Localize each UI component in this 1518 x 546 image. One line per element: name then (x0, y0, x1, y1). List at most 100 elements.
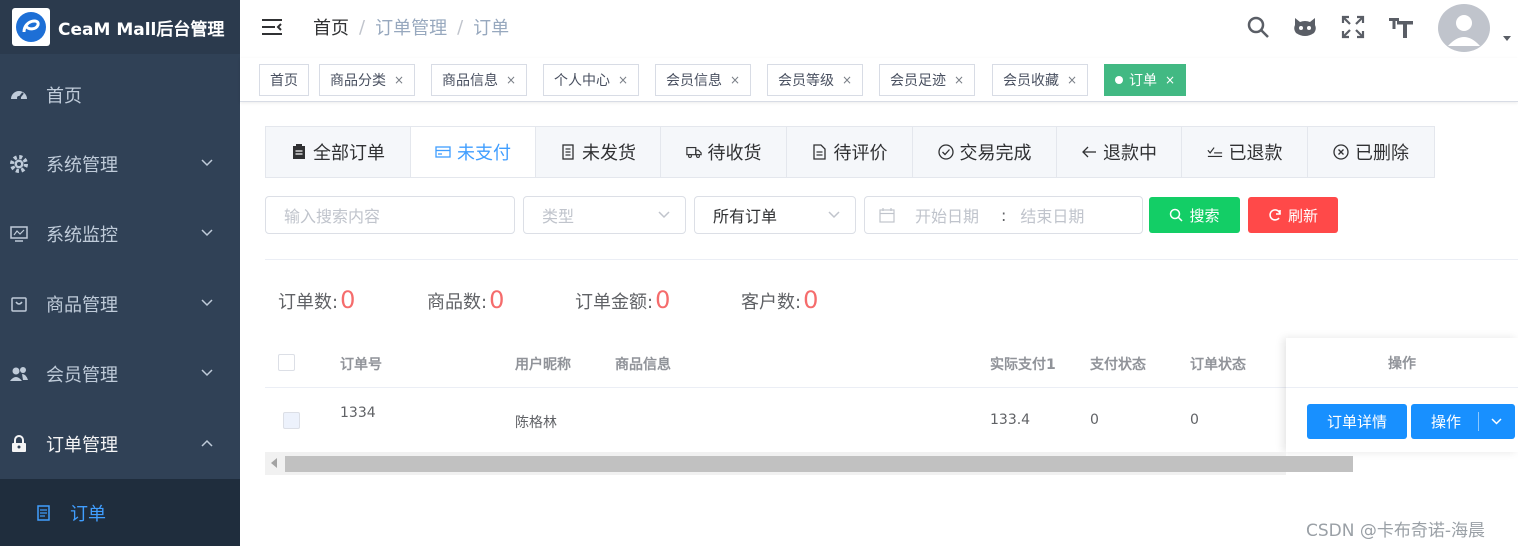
tag-orders[interactable]: 订单 × (1104, 64, 1187, 96)
tag-member-level[interactable]: 会员等级 × (767, 64, 864, 96)
fullscreen-icon[interactable] (1340, 14, 1366, 40)
clipboard-icon (291, 144, 307, 160)
breadcrumb: 首页 / 订单管理 / 订单 (313, 14, 509, 40)
tab-all-orders[interactable]: 全部订单 (266, 127, 411, 177)
scroll-left-icon[interactable] (271, 458, 277, 468)
stat-value: 0 (340, 286, 356, 314)
tab-unpaid[interactable]: 未支付 (411, 127, 536, 177)
cell-nickname: 陈格林 (515, 415, 557, 431)
tab-label: 未支付 (457, 143, 511, 164)
breadcrumb-separator: / (359, 16, 366, 38)
sidebar-item-monitor[interactable]: 系统监控 (0, 199, 240, 269)
sidebar-item-orders[interactable]: 订单管理 (0, 409, 240, 479)
scroll-thumb[interactable] (285, 456, 1353, 472)
end-date-placeholder[interactable]: 结束日期 (1020, 203, 1084, 227)
stat-order-count: 订单数:0 (278, 286, 355, 314)
search-button[interactable]: 搜索 (1149, 197, 1240, 233)
tab-awaiting-review[interactable]: 待评价 (787, 127, 913, 177)
horizontal-scrollbar[interactable] (265, 452, 1353, 475)
divider (265, 259, 1518, 260)
tag-label: 订单 (1129, 73, 1157, 89)
close-icon[interactable]: × (506, 73, 516, 87)
shopping-icon (8, 293, 30, 315)
calendar-icon (879, 207, 895, 223)
start-date-placeholder[interactable]: 开始日期 (915, 203, 979, 227)
close-icon[interactable]: × (730, 73, 740, 87)
caret-down-icon[interactable] (1502, 33, 1512, 43)
tag-label: 会员足迹 (890, 73, 946, 89)
close-icon[interactable]: × (1165, 73, 1175, 87)
type-select[interactable]: 类型 (523, 196, 686, 234)
search-input[interactable]: 输入搜索内容 (265, 196, 515, 234)
stat-label: 订单金额 (575, 292, 647, 313)
sidebar-item-system[interactable]: 系统管理 (0, 129, 240, 199)
tab-refunded[interactable]: 已退款 (1182, 127, 1308, 177)
sidebar-subitem-orders[interactable]: 订单 (0, 479, 240, 546)
stat-colon: : (795, 292, 802, 313)
cell-pay-status: 0 (1090, 412, 1099, 428)
stat-value: 0 (655, 286, 671, 314)
tag-profile[interactable]: 个人中心 × (543, 64, 640, 96)
tab-label: 已删除 (1355, 143, 1409, 164)
tag-member-info[interactable]: 会员信息 × (655, 64, 752, 96)
tab-refunding[interactable]: 退款中 (1057, 127, 1182, 177)
stat-value: 0 (803, 286, 819, 314)
action-dropdown-button[interactable]: 操作 (1411, 404, 1515, 439)
row-checkbox[interactable] (283, 412, 300, 429)
header-nickname: 用户昵称 (515, 357, 571, 373)
font-size-icon[interactable] (1388, 14, 1414, 40)
check-circle-icon (937, 144, 954, 160)
tag-member-favorites[interactable]: 会员收藏 × (992, 64, 1089, 96)
tab-label: 全部订单 (313, 143, 385, 164)
tab-awaiting-receipt[interactable]: 待收货 (661, 127, 787, 177)
logo-icon (12, 8, 50, 46)
lock-icon (8, 433, 30, 455)
search-icon[interactable] (1245, 14, 1271, 40)
refresh-button[interactable]: 刷新 (1248, 197, 1338, 233)
breadcrumb-home[interactable]: 首页 (313, 14, 349, 40)
sidebar-subitem-label: 订单 (70, 503, 106, 525)
document-icon (812, 144, 828, 160)
logo[interactable]: CeaM Mall后台管理 (0, 0, 240, 54)
tab-unshipped[interactable]: 未发货 (536, 127, 661, 177)
github-icon[interactable] (1292, 14, 1318, 40)
sidebar-item-home[interactable]: 首页 (0, 60, 240, 130)
sidebar-item-label: 订单管理 (46, 435, 118, 456)
chevron-down-icon (201, 159, 213, 167)
tag-category[interactable]: 商品分类 × (319, 64, 416, 96)
breadcrumb-section: 订单管理 (375, 18, 448, 39)
gear-icon (8, 153, 30, 175)
tag-member-footprint[interactable]: 会员足迹 × (879, 64, 976, 96)
close-icon[interactable]: × (618, 73, 628, 87)
tab-deleted[interactable]: 已删除 (1308, 127, 1434, 177)
tag-label: 会员收藏 (1003, 73, 1059, 89)
hamburger-icon[interactable] (261, 16, 283, 38)
sidebar-item-members[interactable]: 会员管理 (0, 339, 240, 409)
chevron-down-icon[interactable] (1490, 415, 1503, 428)
type-placeholder: 类型 (542, 207, 575, 226)
select-all-checkbox[interactable] (278, 354, 295, 371)
close-icon[interactable]: × (954, 73, 964, 87)
tab-label: 交易完成 (959, 143, 1032, 164)
search-placeholder: 输入搜索内容 (284, 207, 381, 226)
cell-paid: 133.4 (990, 412, 1031, 428)
chevron-down-icon (201, 299, 213, 307)
stat-label: 商品数 (427, 292, 481, 313)
date-range-picker[interactable]: 开始日期 : 结束日期 (864, 196, 1143, 234)
close-icon[interactable]: × (394, 73, 404, 87)
tag-product-info[interactable]: 商品信息 × (431, 64, 528, 96)
tag-label: 商品分类 (330, 73, 386, 89)
tag-home[interactable]: 首页 (259, 64, 309, 96)
order-filter-select[interactable]: 所有订单 (694, 196, 856, 234)
breadcrumb-separator: / (457, 16, 464, 38)
order-detail-button[interactable]: 订单详情 (1307, 404, 1407, 439)
tab-completed[interactable]: 交易完成 (913, 127, 1057, 177)
close-icon[interactable]: × (842, 73, 852, 87)
order-filter-value: 所有订单 (713, 207, 778, 226)
avatar[interactable] (1438, 4, 1490, 52)
sidebar-item-products[interactable]: 商品管理 (0, 269, 240, 339)
sidebar-item-label: 系统监控 (46, 225, 118, 246)
sidebar-item-label: 商品管理 (46, 295, 118, 316)
app-root: CeaM Mall后台管理 首页 系统管理 系统监控 商品管理 会员管理 订单管… (0, 0, 1518, 546)
close-icon[interactable]: × (1067, 73, 1077, 87)
